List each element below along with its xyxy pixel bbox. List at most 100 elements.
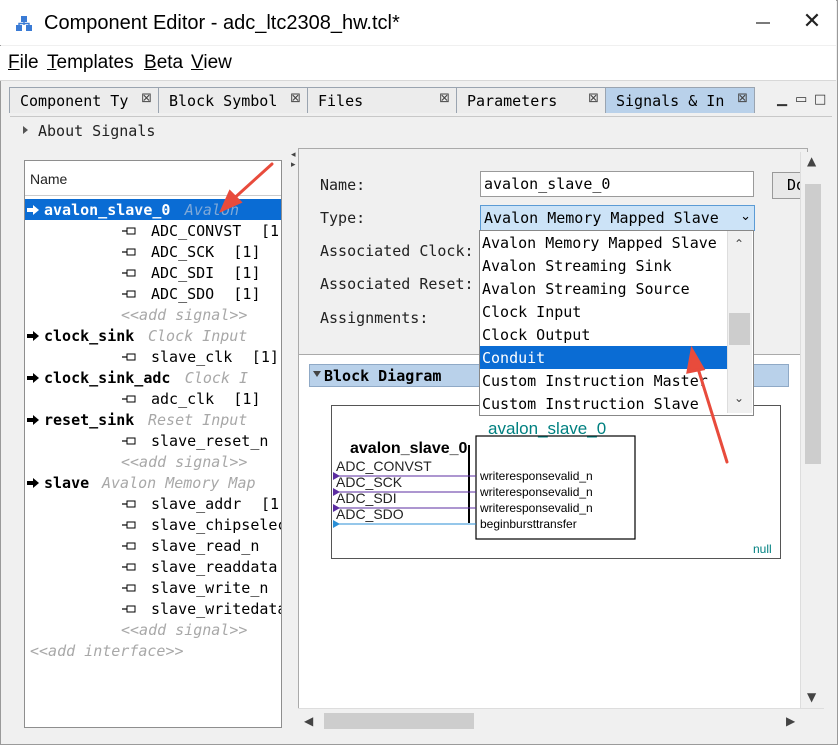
add-signal-row[interactable]: <<add signal>> <box>25 451 281 472</box>
scroll-right-icon[interactable]: ▶ <box>786 714 795 728</box>
tree-signal-row[interactable]: slave_write_n <box>25 577 281 598</box>
right-port-label: writeresponsevalid_n <box>480 485 593 499</box>
window-title: Component Editor - adc_ltc2308_hw.tcl* <box>44 12 400 34</box>
scroll-thumb[interactable] <box>805 184 821 464</box>
signal-port-icon <box>122 584 136 592</box>
tree-signal-row[interactable]: ADC_SCK [1] <box>25 241 281 262</box>
tree-signal-row[interactable]: slave_clk [1] <box>25 346 281 367</box>
chevron-down-icon[interactable]: ⌄ <box>734 391 744 405</box>
tree-row-label: <<add signal>> <box>121 621 248 639</box>
dropdown-option[interactable]: Conduit <box>480 346 727 369</box>
tree-signal-row[interactable]: slave_chipselect <box>25 514 281 535</box>
dropdown-option[interactable]: Custom Instruction Slave <box>480 392 727 415</box>
tab-files[interactable]: Files ⊠ <box>307 87 457 113</box>
signal-port-icon <box>122 353 136 361</box>
null-label: null <box>753 542 772 556</box>
expand-arrow-icon[interactable] <box>23 126 28 134</box>
close-window-icon[interactable]: ✕ <box>800 10 824 34</box>
scroll-thumb[interactable] <box>729 313 750 345</box>
dropdown-scrollbar[interactable]: ⌃ ⌄ <box>727 231 752 413</box>
tree-row-label: <<add signal>> <box>121 306 248 324</box>
right-port-label: writeresponsevalid_n <box>480 501 593 515</box>
dropdown-option[interactable]: Custom Instruction Master <box>480 369 727 392</box>
signals-tree[interactable]: Name avalon_slave_0 Avalon ADC_CONVST [1 ADC… <box>24 160 282 728</box>
dropdown-option[interactable]: Avalon Streaming Sink <box>480 254 727 277</box>
tab-maximize-icon[interactable]: □ <box>814 92 826 107</box>
tree-interface-row[interactable]: reset_sink Reset Input <box>25 409 281 430</box>
add-signal-row[interactable]: <<add signal>> <box>25 304 281 325</box>
signal-port-icon <box>122 437 136 445</box>
tree-interface-row[interactable]: slave Avalon Memory Map <box>25 472 281 493</box>
dropdown-option[interactable]: Avalon Streaming Source <box>480 277 727 300</box>
tree-row-label: slave_writedata <box>151 600 282 618</box>
tab-component-type[interactable]: Component Ty ⊠ <box>9 87 159 113</box>
tree-signal-row[interactable]: slave_readdata <box>25 556 281 577</box>
splitter-right-icon[interactable]: ▸ <box>291 160 296 170</box>
type-dropdown-list[interactable]: Avalon Memory Mapped Slave Avalon Streami… <box>479 230 754 416</box>
horizontal-scrollbar[interactable]: ◀ ▶ <box>298 708 824 733</box>
menu-beta[interactable]: Beta <box>144 52 183 74</box>
scroll-left-icon[interactable]: ◀ <box>304 714 313 728</box>
tree-signal-row[interactable]: ADC_SDI [1] <box>25 262 281 283</box>
tree-signal-row[interactable]: slave_addr [1] <box>25 493 281 514</box>
tree-signal-row[interactable]: slave_reset_n <box>25 430 281 451</box>
tab-restore-icon[interactable]: ▭ <box>795 92 807 107</box>
close-tab-icon[interactable]: ⊠ <box>439 91 450 106</box>
menu-file[interactable]: File <box>8 52 39 74</box>
module-label: avalon_slave_0 <box>488 419 607 438</box>
tab-minimize-icon[interactable]: ▁ <box>777 92 787 107</box>
tree-interface-row[interactable]: clock_sink_adc Clock I <box>25 367 281 388</box>
tree-row-label: slave_reset_n <box>151 432 269 450</box>
tree-signal-row[interactable]: ADC_CONVST [1 <box>25 220 281 241</box>
close-tab-icon[interactable]: ⊠ <box>290 91 301 106</box>
minimize-window-icon[interactable] <box>748 8 778 38</box>
tree-signal-row[interactable]: slave_read_n <box>25 535 281 556</box>
interface-icon <box>27 331 39 341</box>
signal-port-icon <box>122 521 136 529</box>
tree-interface-row[interactable]: clock_sink Clock Input <box>25 325 281 346</box>
menu-templates[interactable]: Templates <box>47 52 134 74</box>
tree-column-header: Name <box>30 171 68 187</box>
dropdown-option[interactable]: Avalon Memory Mapped Slave <box>480 231 727 254</box>
scroll-thumb[interactable] <box>324 713 474 729</box>
tree-row-label: <<add signal>> <box>121 453 248 471</box>
interface-icon <box>27 373 39 383</box>
scroll-down-icon[interactable]: ▼ <box>807 690 816 704</box>
tree-row-label: ADC_SCK <box>151 243 215 261</box>
tab-parameters[interactable]: Parameters ⊠ <box>456 87 606 113</box>
chevron-up-icon[interactable]: ⌃ <box>734 237 744 251</box>
signal-port-icon <box>122 269 136 277</box>
dropdown-option[interactable]: Clock Output <box>480 323 727 346</box>
tree-signal-row[interactable]: ADC_SDO [1] <box>25 283 281 304</box>
tree-signal-row[interactable]: slave_writedata <box>25 598 281 619</box>
assignments-label: Assignments: <box>320 309 429 327</box>
chevron-down-icon[interactable]: ⌄ <box>740 209 751 224</box>
left-port-label: ADC_SDI <box>336 490 397 506</box>
scroll-up-icon[interactable]: ▲ <box>807 154 816 168</box>
close-tab-icon[interactable]: ⊠ <box>737 91 748 106</box>
tree-row-label: slave_read_n <box>151 537 260 555</box>
tree-row-type-hint: Reset Input <box>148 411 248 429</box>
vertical-scrollbar[interactable]: ▲ ▼ <box>800 152 825 708</box>
instance-label: avalon_slave_0 <box>350 440 468 457</box>
close-tab-icon[interactable]: ⊠ <box>588 91 599 106</box>
splitter-left-icon[interactable]: ◂ <box>291 150 296 160</box>
add-interface-row[interactable]: <<add interface>> <box>25 640 281 661</box>
tree-row-label: reset_sink <box>44 411 135 429</box>
tab-block-symbol[interactable]: Block Symbol ⊠ <box>158 87 308 113</box>
menu-view[interactable]: View <box>191 52 232 74</box>
signal-port-icon <box>122 290 136 298</box>
tree-interface-row[interactable]: avalon_slave_0 Avalon <box>25 199 281 220</box>
tree-signal-row[interactable]: adc_clk [1] <box>25 388 281 409</box>
tab-signals-interfaces[interactable]: Signals & In ⊠ <box>605 87 755 113</box>
type-select[interactable]: Avalon Memory Mapped Slave ⌄ <box>480 205 755 231</box>
add-signal-row[interactable]: <<add signal>> <box>25 619 281 640</box>
collapse-arrow-icon[interactable] <box>313 371 321 377</box>
left-port-label: ADC_CONVST <box>336 458 432 474</box>
signal-port-icon <box>122 395 136 403</box>
name-input[interactable]: avalon_slave_0 <box>480 171 754 197</box>
about-signals-bar[interactable]: About Signals <box>10 116 832 145</box>
dropdown-option[interactable]: Clock Input <box>480 300 727 323</box>
left-port-label: ADC_SCK <box>336 474 403 490</box>
close-tab-icon[interactable]: ⊠ <box>141 91 152 106</box>
